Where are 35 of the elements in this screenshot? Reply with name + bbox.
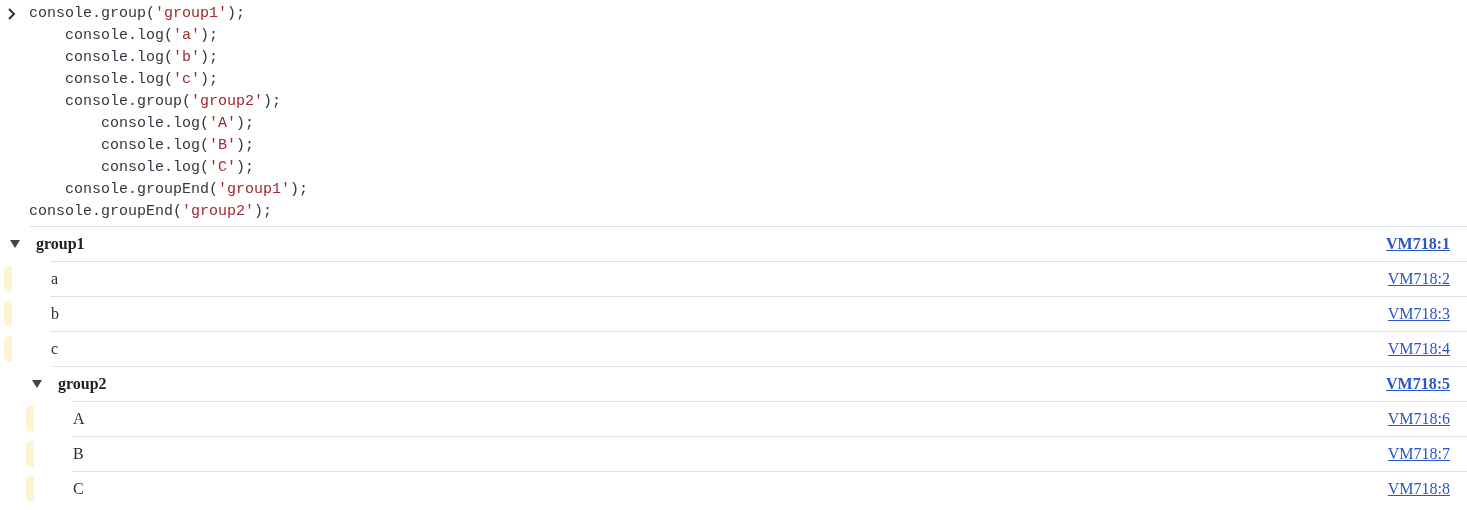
expand-triangle-icon[interactable] [9,238,21,249]
gutter-marker [4,300,12,327]
log-message: c [51,339,59,359]
source-link[interactable]: VM718:7 [1387,442,1450,466]
code-line: console.log('c'); [64,70,220,90]
code-line: console.group('group2'); [64,92,283,112]
expand-triangle-icon[interactable] [31,378,43,389]
code-line: console.log('a'); [64,26,220,46]
gutter-marker [26,475,34,502]
gutter-marker [4,335,12,362]
source-link[interactable]: VM718:1 [1386,232,1450,256]
code-line: console.log('B'); [100,136,256,156]
source-link[interactable]: VM718:5 [1386,372,1450,396]
log-message: C [73,479,84,499]
code-line: console.log('A'); [100,114,256,134]
code-line: console.groupEnd('group1'); [64,180,309,200]
log-message: a [51,269,59,289]
code-line: console.groupEnd('group2'); [29,202,274,222]
source-link[interactable]: VM718:4 [1387,337,1450,361]
source-link[interactable]: VM718:2 [1387,267,1450,291]
gutter-marker [26,405,34,432]
log-message: A [73,409,85,429]
source-link[interactable]: VM718:8 [1387,477,1450,501]
source-link[interactable]: VM718:3 [1387,302,1450,326]
code-line: console.group('group1'); [29,4,247,24]
group-label[interactable]: group2 [58,372,107,396]
gutter-marker [4,265,12,292]
log-message: b [51,304,59,324]
log-message: B [73,444,84,464]
code-line: console.log('C'); [100,158,256,178]
source-link[interactable]: VM718:6 [1387,407,1450,431]
code-line: console.log('b'); [64,48,220,68]
prompt-chevron-icon [7,8,16,20]
group-label[interactable]: group1 [36,232,85,256]
gutter-marker [26,440,34,467]
